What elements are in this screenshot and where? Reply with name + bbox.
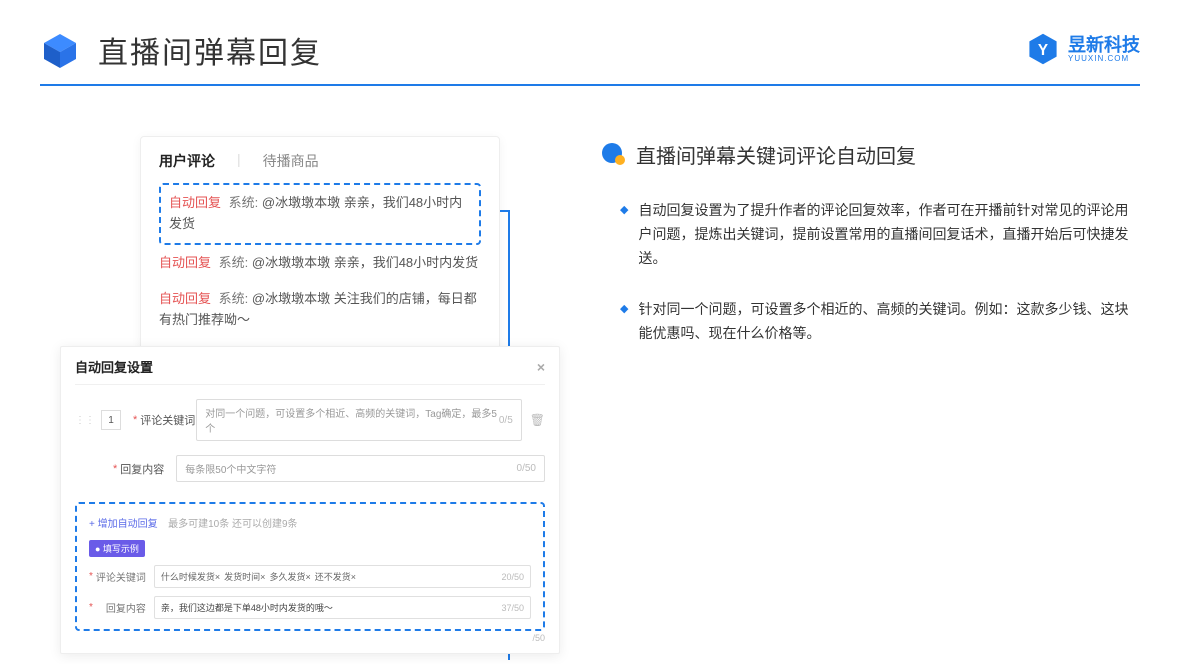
bullet-point: ◆ 针对同一个问题，可设置多个相近的、高频的关键词。例如：这款多少钱、这块能优惠… (600, 298, 1140, 346)
svg-text:Y: Y (1038, 42, 1048, 59)
tab-separator: | (237, 151, 241, 171)
row-number: 1 (101, 410, 121, 430)
add-auto-reply-link[interactable]: + 增加自动回复 (89, 519, 158, 530)
content-counter: 0/50 (517, 463, 536, 474)
auto-reply-tag: 自动回复 (169, 195, 221, 210)
bullet-text-1: 自动回复设置为了提升作者的评论回复效率，作者可在开播前针对常见的评论用户问题，提… (638, 199, 1140, 270)
comment-text: @冰墩墩本墩 亲亲，我们48小时内发货 (252, 255, 478, 270)
brand-block: Y 昱新科技 YUUXIN.COM (1026, 32, 1140, 66)
keyword-counter: 0/5 (499, 415, 513, 426)
comments-panel: 用户评论 | 待播商品 自动回复 系统: @冰墩墩本墩 亲亲，我们48小时内发货… (140, 136, 500, 362)
close-icon[interactable]: × (537, 359, 545, 375)
comment-row: 自动回复 系统: @冰墩墩本墩 亲亲，我们48小时内发货 (159, 245, 481, 282)
required-star: * (113, 463, 117, 475)
example-content-text: 亲，我们这边都是下单48小时内发货的哦～ (161, 601, 333, 614)
example-content-input[interactable]: 亲，我们这边都是下单48小时内发货的哦～ 37/50 (154, 596, 531, 619)
required-star: * (133, 414, 137, 426)
example-kw-counter: 20/50 (501, 572, 524, 582)
system-label: 系统: (219, 291, 249, 306)
system-label: 系统: (229, 195, 259, 210)
bullet-point: ◆ 自动回复设置为了提升作者的评论回复效率，作者可在开播前针对常见的评论用户问题… (600, 199, 1140, 270)
keyword-placeholder: 对同一个问题，可设置多个相近、高频的关键词，Tag确定，最多5个 (205, 405, 499, 435)
comment-row: 自动回复 系统: @冰墩墩本墩 关注我们的店铺，每日都有热门推荐呦～ (159, 281, 481, 339)
keyword-chip[interactable]: 发货时间× (224, 570, 265, 583)
system-label: 系统: (219, 255, 249, 270)
drag-handle-icon[interactable]: ⋮⋮ (75, 415, 95, 426)
example-keyword-input[interactable]: 什么时候发货× 发货时间× 多久发货× 还不发货× 20/50 (154, 565, 531, 588)
brand-icon: Y (1026, 32, 1060, 66)
content-label: 回复内容 (120, 461, 176, 477)
settings-title-text: 自动回复设置 (75, 357, 153, 376)
keyword-chip[interactable]: 什么时候发货× (161, 570, 220, 583)
comment-row-highlighted: 自动回复 系统: @冰墩墩本墩 亲亲，我们48小时内发货 (159, 183, 481, 245)
keyword-label: 评论关键词 (140, 412, 196, 428)
keyword-chip[interactable]: 多久发货× (269, 570, 310, 583)
auto-reply-tag: 自动回复 (159, 291, 211, 306)
keyword-chip[interactable]: 还不发货× (315, 570, 356, 583)
example-ct-counter: 37/50 (501, 603, 524, 613)
keyword-input[interactable]: 对同一个问题，可设置多个相近、高频的关键词，Tag确定，最多5个 0/5 (196, 399, 521, 441)
auto-reply-tag: 自动回复 (159, 255, 211, 270)
content-placeholder: 每条限50个中文字符 (185, 461, 276, 476)
example-keyword-label: 评论关键词 (96, 569, 146, 584)
chat-bubble-icon (600, 142, 626, 168)
cube-logo-icon (40, 30, 80, 70)
trash-icon[interactable]: 🗑 (530, 413, 545, 427)
required-star: * (89, 602, 93, 613)
content-input[interactable]: 每条限50个中文字符 0/50 (176, 455, 545, 482)
tab-user-comments[interactable]: 用户评论 (159, 151, 215, 171)
diamond-icon: ◆ (620, 201, 628, 270)
section-heading: 直播间弹幕关键词评论自动回复 (600, 140, 1140, 169)
diamond-icon: ◆ (620, 300, 628, 346)
outer-counter: /50 (532, 633, 545, 643)
example-highlight-box: + 增加自动回复 最多可建10条 还可以创建9条 ● 填写示例 * 评论关键词 … (75, 502, 545, 631)
add-hint-text: 最多可建10条 还可以创建9条 (168, 519, 297, 530)
section-title-text: 直播间弹幕关键词评论自动回复 (636, 140, 916, 169)
settings-panel: 自动回复设置 × ⋮⋮ 1 * 评论关键词 对同一个问题，可设置多个相近、高频的… (60, 346, 560, 654)
tab-pending-goods[interactable]: 待播商品 (263, 151, 319, 171)
brand-name: 昱新科技 (1068, 36, 1140, 54)
example-badge: ● 填写示例 (89, 540, 145, 557)
brand-sub: YUUXIN.COM (1068, 54, 1140, 63)
page-title: 直播间弹幕回复 (98, 28, 322, 72)
bullet-text-2: 针对同一个问题，可设置多个相近的、高频的关键词。例如：这款多少钱、这块能优惠吗、… (638, 298, 1140, 346)
example-content-label: 回复内容 (96, 600, 146, 615)
required-star: * (89, 571, 93, 582)
